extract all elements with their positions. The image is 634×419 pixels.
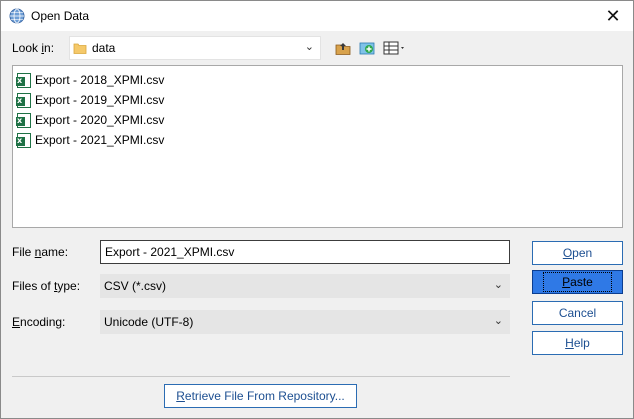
excel-file-icon: x bbox=[16, 72, 31, 88]
encoding-label: Encoding: bbox=[12, 315, 66, 329]
chevron-down-icon: ⌄ bbox=[304, 41, 314, 53]
retrieve-from-repository-button[interactable]: Retrieve File From Repository... bbox=[164, 384, 357, 408]
excel-file-icon: x bbox=[16, 92, 31, 108]
close-icon: ✕ bbox=[605, 5, 621, 26]
dialog-title: Open Data bbox=[31, 9, 90, 23]
files-of-type-label: Files of type: bbox=[12, 279, 81, 293]
open-button[interactable]: Open bbox=[532, 241, 623, 265]
excel-file-icon: x bbox=[16, 132, 31, 148]
divider bbox=[12, 376, 510, 377]
look-in-combobox[interactable]: data ⌄ bbox=[69, 36, 321, 60]
help-button[interactable]: Help bbox=[532, 331, 623, 355]
chevron-down-icon: ⌄ bbox=[493, 315, 503, 327]
paste-button[interactable]: Paste bbox=[532, 270, 623, 294]
file-item[interactable]: x Export - 2019_XPMI.csv bbox=[16, 91, 164, 109]
view-menu-icon[interactable] bbox=[382, 39, 408, 57]
close-button[interactable]: ✕ bbox=[593, 1, 633, 31]
app-globe-icon bbox=[9, 8, 25, 24]
files-of-type-select[interactable]: CSV (*.csv) ⌄ bbox=[100, 274, 510, 298]
new-folder-icon[interactable] bbox=[358, 39, 376, 57]
open-data-dialog: Open Data ✕ Look in: data ⌄ x Export - 2… bbox=[0, 0, 634, 419]
file-name-input[interactable] bbox=[100, 240, 510, 264]
title-bar: Open Data ✕ bbox=[1, 1, 633, 31]
look-in-label: Look in: bbox=[12, 41, 55, 55]
look-in-value: data bbox=[92, 41, 116, 55]
cancel-button[interactable]: Cancel bbox=[532, 301, 623, 325]
chevron-down-icon: ⌄ bbox=[493, 279, 503, 291]
excel-file-icon: x bbox=[16, 112, 31, 128]
up-folder-icon[interactable] bbox=[334, 39, 352, 57]
folder-icon bbox=[73, 43, 87, 54]
file-item[interactable]: x Export - 2020_XPMI.csv bbox=[16, 111, 164, 129]
encoding-select[interactable]: Unicode (UTF-8) ⌄ bbox=[100, 310, 510, 334]
file-list[interactable]: x Export - 2018_XPMI.csv x Export - 2019… bbox=[12, 65, 623, 228]
file-name-label: File name: bbox=[12, 245, 69, 259]
file-item[interactable]: x Export - 2018_XPMI.csv bbox=[16, 71, 164, 89]
file-item[interactable]: x Export - 2021_XPMI.csv bbox=[16, 131, 164, 149]
